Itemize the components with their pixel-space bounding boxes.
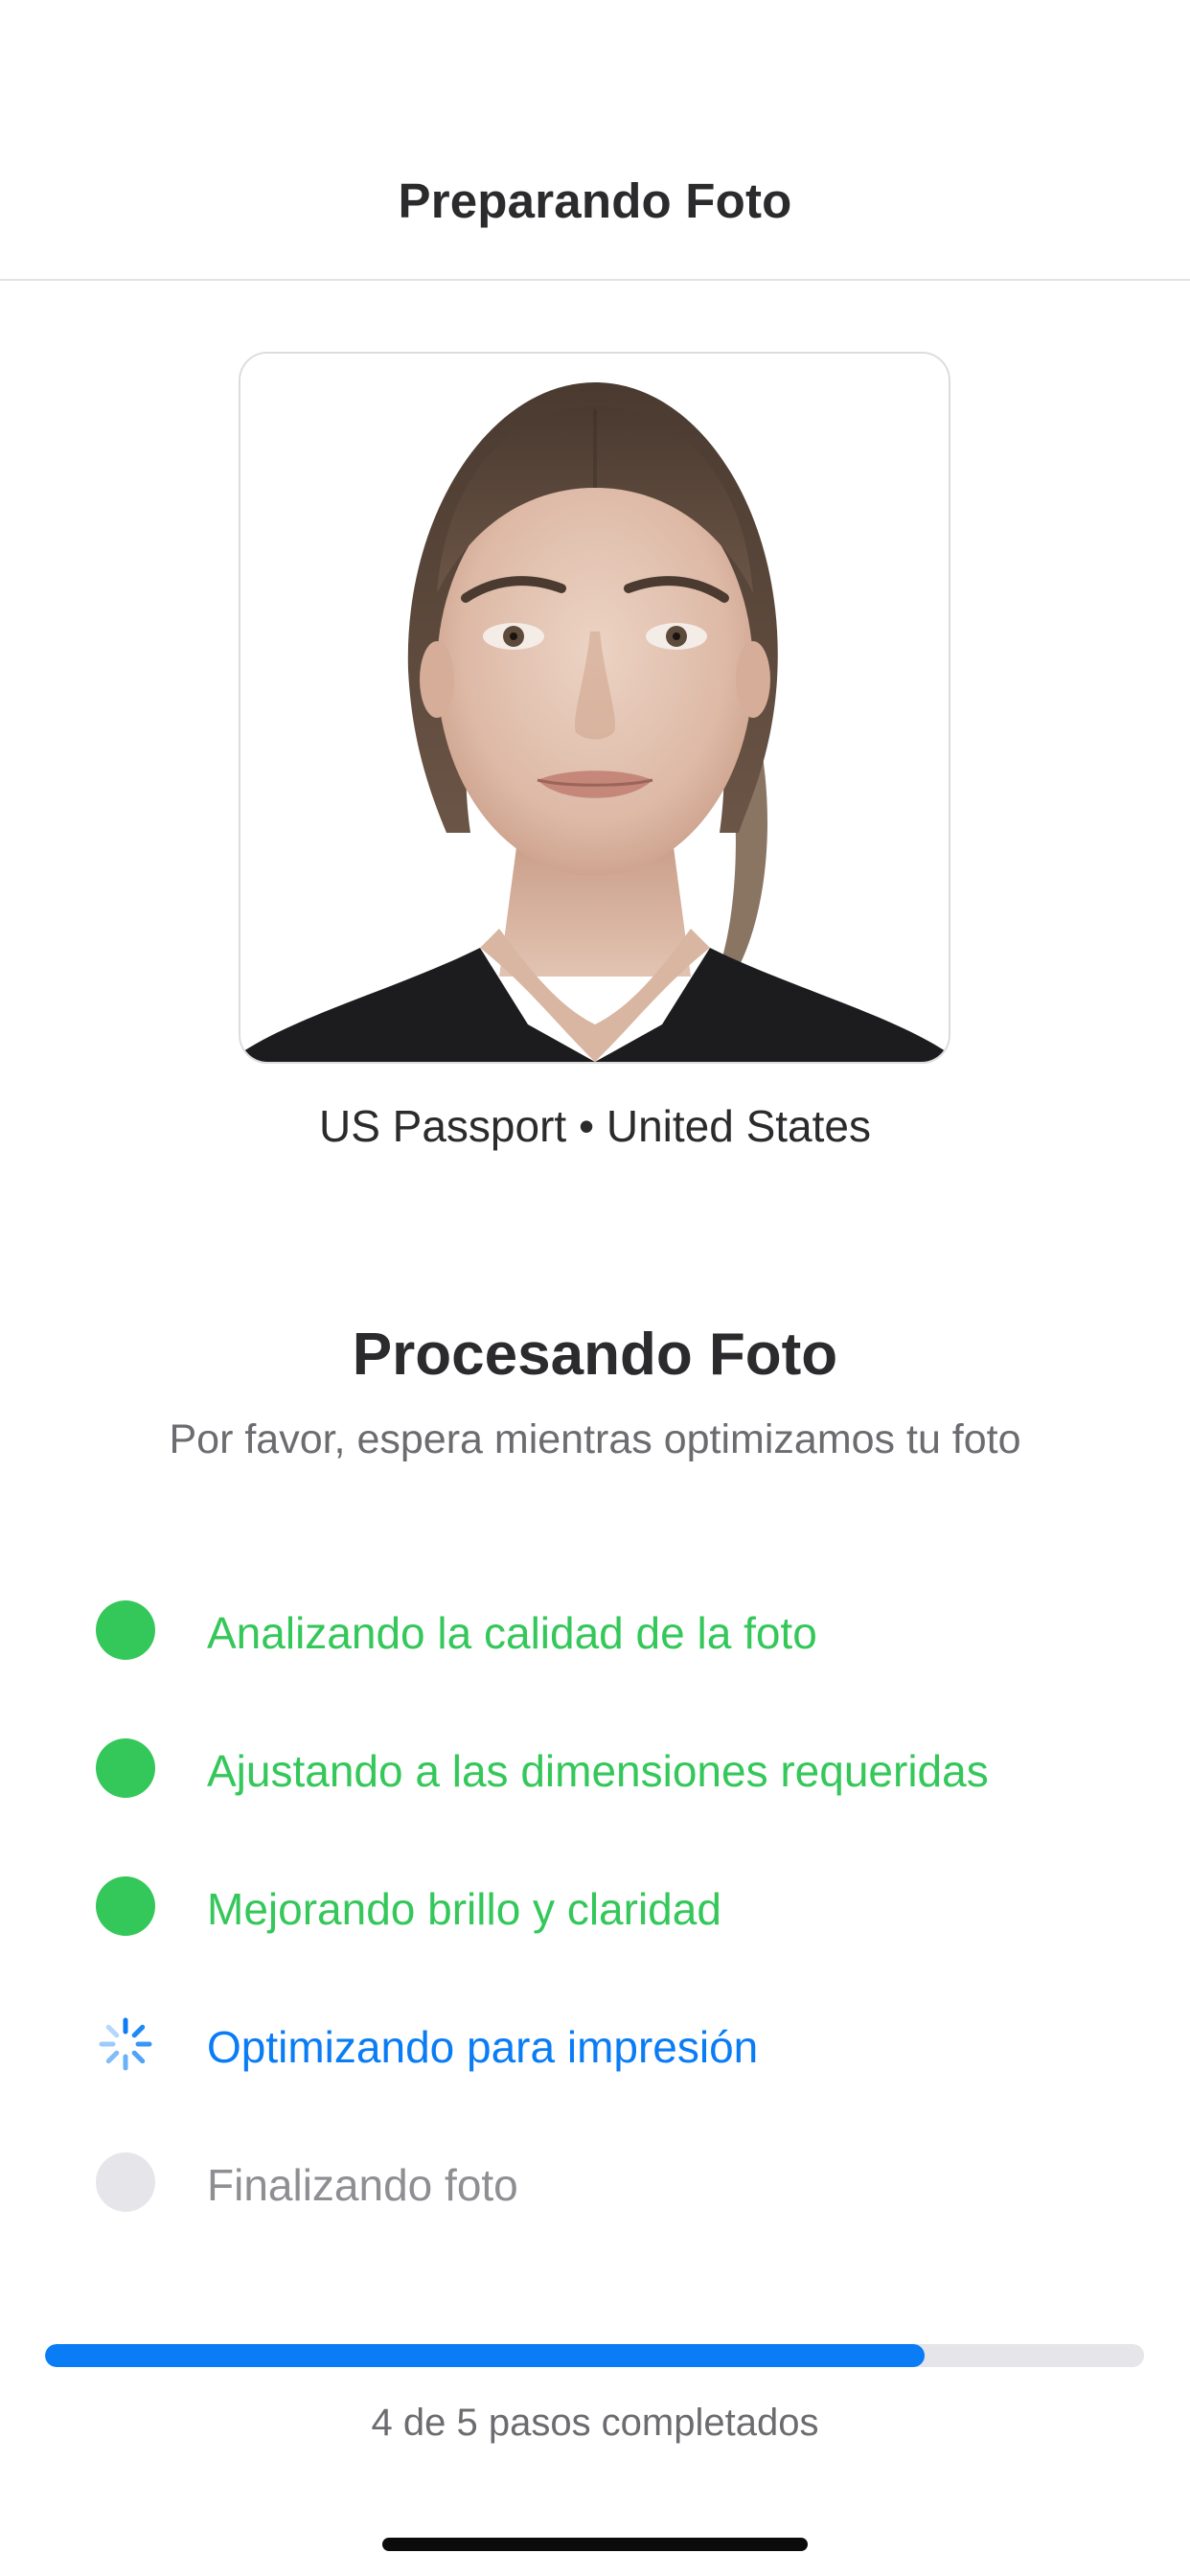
- processing-subtitle: Por favor, espera mientras optimizamos t…: [169, 1416, 1021, 1462]
- progress-label: 4 de 5 pasos completados: [371, 2402, 819, 2444]
- spinner-icon: [96, 2014, 155, 2074]
- step-label: Analizando la calidad de la foto: [207, 1608, 817, 1658]
- processing-title: Procesando Foto: [352, 1322, 838, 1388]
- step-item: Optimizando para impresión: [96, 2014, 1131, 2152]
- page-title: Preparando Foto: [398, 173, 792, 228]
- photo-preview: [239, 352, 950, 1064]
- check-done-icon: [96, 1600, 155, 1660]
- pending-circle-icon: [96, 2152, 155, 2212]
- step-label: Optimizando para impresión: [207, 2022, 759, 2072]
- step-item: Mejorando brillo y claridad: [96, 1876, 1131, 2014]
- step-item: Finalizando foto: [96, 2152, 1131, 2290]
- photo-caption: US Passport • United States: [318, 1101, 872, 1151]
- portrait-photo: [240, 354, 949, 1062]
- check-done-icon: [96, 1876, 155, 1936]
- step-item: Ajustando a las dimensiones requeridas: [96, 1738, 1131, 1876]
- step-item: Analizando la calidad de la foto: [96, 1600, 1131, 1738]
- check-done-icon: [96, 1738, 155, 1798]
- step-label: Finalizando foto: [207, 2160, 518, 2210]
- step-list: Analizando la calidad de la foto Ajustan…: [96, 1600, 1131, 2290]
- nav-header: Preparando Foto: [0, 0, 1190, 281]
- step-label: Mejorando brillo y claridad: [207, 1884, 721, 1934]
- home-indicator[interactable]: [382, 2538, 808, 2551]
- progress-bar: [45, 2344, 1144, 2367]
- progress-fill: [45, 2344, 925, 2367]
- step-label: Ajustando a las dimensiones requeridas: [207, 1746, 989, 1796]
